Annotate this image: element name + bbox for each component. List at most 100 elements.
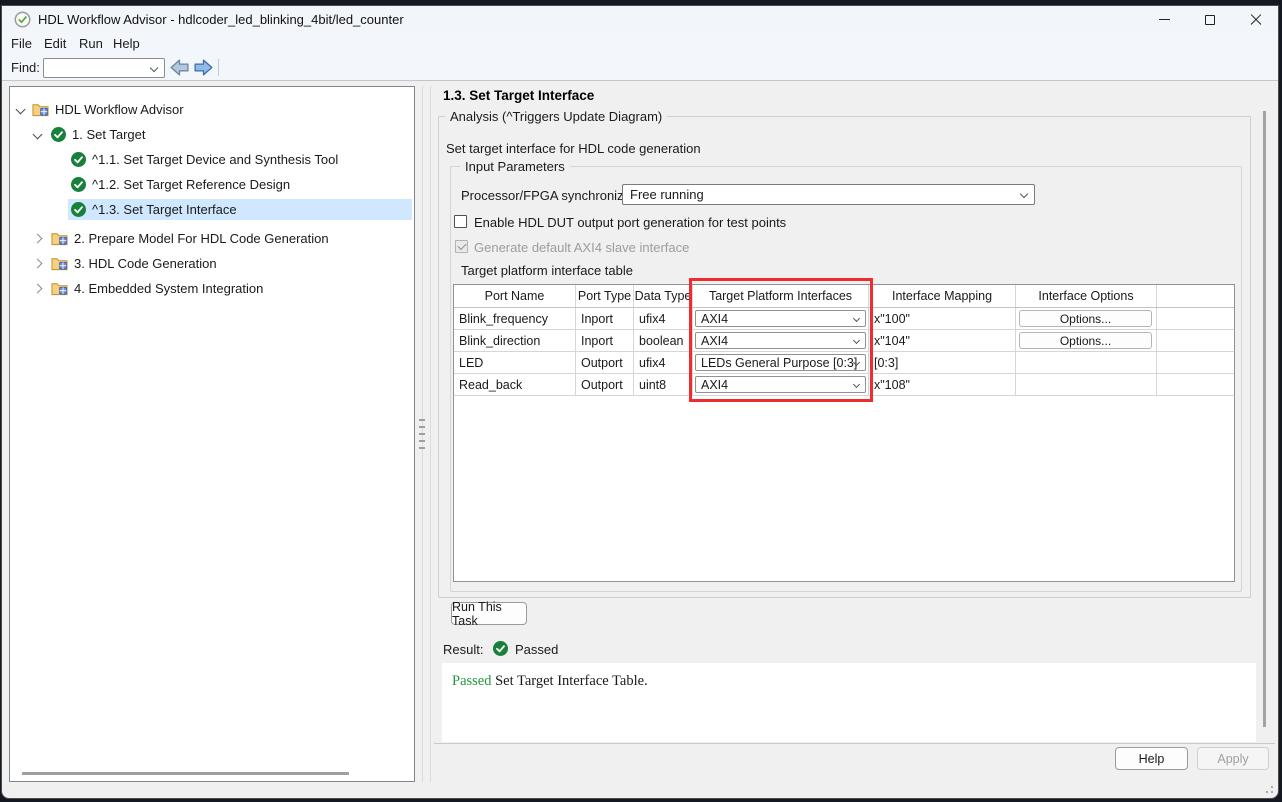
cell-interface-mapping: x"104" xyxy=(869,330,1016,351)
options-button[interactable]: Options... xyxy=(1019,332,1152,349)
col-header-data-type: Data Type xyxy=(634,285,693,307)
axi4-slave-checkbox xyxy=(455,240,468,253)
menu-run[interactable]: Run xyxy=(75,33,107,55)
col-header-port-type: Port Type xyxy=(576,285,634,307)
run-this-task-button[interactable]: Run This Task xyxy=(451,602,527,625)
find-toolbar: Find: xyxy=(2,55,1278,81)
task-title: 1.3. Set Target Interface xyxy=(443,88,594,103)
task-folder-icon xyxy=(51,231,68,246)
input-parameters-legend: Input Parameters xyxy=(460,158,570,175)
tree-root[interactable]: HDL Workflow Advisor xyxy=(11,99,413,120)
chevron-right-icon[interactable] xyxy=(33,284,43,294)
passed-check-icon xyxy=(493,641,508,656)
interface-dropdown[interactable]: AXI4 xyxy=(695,332,866,349)
cell-port-name: Read_back xyxy=(454,374,576,395)
chevron-down-icon xyxy=(1020,190,1028,198)
task-folder-icon xyxy=(51,281,68,296)
cell-data-type: ufix4 xyxy=(634,352,693,373)
app-window: HDL Workflow Advisor - hdlcoder_led_blin… xyxy=(1,5,1279,799)
cell-port-type: Outport xyxy=(576,352,634,373)
tree-item-1-2[interactable]: ^1.2. Set Target Reference Design xyxy=(11,174,413,195)
help-button[interactable]: Help xyxy=(1115,747,1188,770)
cell-port-type: Inport xyxy=(576,308,634,329)
menu-file[interactable]: File xyxy=(7,33,36,55)
tree-root-label: HDL Workflow Advisor xyxy=(55,102,184,117)
options-button[interactable]: Options... xyxy=(1019,310,1152,327)
menu-help[interactable]: Help xyxy=(109,33,144,55)
close-button[interactable] xyxy=(1233,6,1279,33)
col-header-interface-mapping: Interface Mapping xyxy=(869,285,1016,307)
cell-port-name: Blink_frequency xyxy=(454,308,576,329)
chevron-down-icon[interactable] xyxy=(16,105,26,115)
chevron-down-icon[interactable] xyxy=(33,130,43,140)
chevron-down-icon xyxy=(853,315,860,322)
tree-item-label: 2. Prepare Model For HDL Code Generation xyxy=(74,231,329,246)
task-tree: HDL Workflow Advisor 1. Set Target ^1.1.… xyxy=(9,86,415,782)
find-input[interactable] xyxy=(43,58,165,78)
axi4-slave-label: Generate default AXI4 slave interface xyxy=(474,240,689,255)
tree-item-label: 4. Embedded System Integration xyxy=(74,281,263,296)
cell-interface-mapping: [0:3] xyxy=(869,352,1016,373)
interface-dropdown[interactable]: AXI4 xyxy=(695,376,866,393)
sync-value: Free running xyxy=(630,185,704,204)
chevron-down-icon xyxy=(853,337,860,344)
cell-data-type: ufix4 xyxy=(634,308,693,329)
sync-dropdown[interactable]: Free running xyxy=(622,184,1035,205)
horizontal-scrollbar[interactable] xyxy=(22,772,349,775)
find-label: Find: xyxy=(11,55,40,80)
menu-edit[interactable]: Edit xyxy=(40,33,70,55)
toolbar-separator xyxy=(218,59,219,76)
check-circle-icon xyxy=(51,127,66,142)
table-row: LED Outport ufix4 LEDs General Purpose [… xyxy=(454,352,1234,374)
cell-data-type: uint8 xyxy=(634,374,693,395)
cell-interface-mapping: x"108" xyxy=(869,374,1016,395)
col-header-port-name: Port Name xyxy=(454,285,576,307)
window-title: HDL Workflow Advisor - hdlcoder_led_blin… xyxy=(38,6,404,33)
tree-item-label: ^1.3. Set Target Interface xyxy=(92,202,237,217)
tree-item-label: ^1.1. Set Target Device and Synthesis To… xyxy=(92,152,338,167)
result-message-box: Passed Set Target Interface Table. xyxy=(442,663,1256,742)
interface-value: AXI4 xyxy=(701,311,728,327)
maximize-button[interactable] xyxy=(1187,6,1233,33)
cell-interface-mapping: x"100" xyxy=(869,308,1016,329)
resize-grip[interactable] xyxy=(1261,781,1273,793)
tree-item-label: 3. HDL Code Generation xyxy=(74,256,217,271)
interface-dropdown[interactable]: AXI4 xyxy=(695,310,866,327)
tree-item-set-target[interactable]: 1. Set Target xyxy=(11,124,413,145)
menubar: File Edit Run Help xyxy=(2,33,1278,55)
task-description: Set target interface for HDL code genera… xyxy=(446,141,701,156)
task-folder-icon xyxy=(32,102,49,117)
test-points-checkbox[interactable] xyxy=(454,215,467,228)
tree-item-embedded-system[interactable]: 4. Embedded System Integration xyxy=(11,278,413,299)
analysis-groupbox: Analysis (^Triggers Update Diagram) Set … xyxy=(438,116,1251,598)
maximize-icon xyxy=(1205,15,1215,25)
interface-value: LEDs General Purpose [0:3] xyxy=(701,355,857,371)
interface-dropdown[interactable]: LEDs General Purpose [0:3] xyxy=(695,354,866,371)
check-circle-icon xyxy=(71,152,86,167)
interface-value: AXI4 xyxy=(701,377,728,393)
tree-item-1-1[interactable]: ^1.1. Set Target Device and Synthesis To… xyxy=(11,149,413,170)
app-icon xyxy=(14,11,31,28)
chevron-right-icon[interactable] xyxy=(33,234,43,244)
tree-item-label: 1. Set Target xyxy=(72,127,145,142)
table-row: Read_back Outport uint8 AXI4 x"108" xyxy=(454,374,1234,396)
vertical-scrollbar[interactable] xyxy=(1263,111,1266,727)
cell-port-name: Blink_direction xyxy=(454,330,576,351)
col-header-target-platform-interfaces: Target Platform Interfaces xyxy=(693,285,869,307)
tree-item-prepare-model[interactable]: 2. Prepare Model For HDL Code Generation xyxy=(11,228,413,249)
result-label: Result: xyxy=(443,642,483,657)
tree-item-1-3-selected[interactable]: ^1.3. Set Target Interface xyxy=(11,199,413,220)
message-text: Set Target Interface Table. xyxy=(495,673,648,689)
tree-item-hdl-code-gen[interactable]: 3. HDL Code Generation xyxy=(11,253,413,274)
cell-port-type: Inport xyxy=(576,330,634,351)
chevron-right-icon[interactable] xyxy=(33,259,43,269)
find-previous-button[interactable] xyxy=(169,58,190,77)
test-points-label: Enable HDL DUT output port generation fo… xyxy=(474,215,786,230)
cell-port-name: LED xyxy=(454,352,576,373)
minimize-button[interactable] xyxy=(1141,6,1187,33)
find-next-button[interactable] xyxy=(193,58,214,77)
apply-button: Apply xyxy=(1197,747,1269,770)
result-status: Passed xyxy=(515,642,558,657)
chevron-down-icon[interactable] xyxy=(150,64,158,72)
message-status: Passed xyxy=(452,673,491,689)
